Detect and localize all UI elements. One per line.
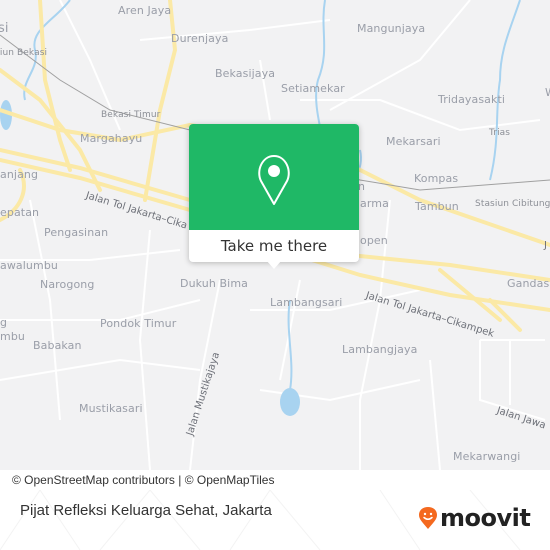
place-label: n [358,180,366,193]
place-label: Mangunjaya [357,22,426,35]
road-label: J [544,240,547,251]
popup-header [189,124,359,230]
moovit-pin-icon [419,507,437,529]
place-label: mbu [0,330,25,343]
location-popup: Take me there [189,124,359,269]
place-label: g [0,316,8,329]
place-label: Pengasinan [44,226,109,239]
place-label: Mekarsari [386,135,441,148]
place-label: arma [360,197,389,210]
place-title: Pijat Refleksi Keluarga Sehat, Jakarta [20,502,272,519]
place-label: Aren Jaya [118,4,172,17]
place-label: Tridayasakti [438,93,506,106]
place-label: Bekasijaya [215,67,276,80]
moovit-wordmark: moovit [440,504,531,532]
place-label: Tambun [415,200,459,213]
place-label: W [545,86,550,99]
popup-pointer [266,260,282,269]
place-label: open [360,234,388,247]
place-label: Pondok Timur [100,317,177,330]
place-label: Babakan [33,339,82,352]
place-label: Stasiun Bekasi [0,48,48,58]
place-label: Stasiun Cibitung [475,199,550,209]
place-label: Bekasi Timur [101,110,161,120]
place-label: Mustikasari [79,402,143,415]
place-label: Kompas [414,172,459,185]
place-label: Setiamekar [281,82,345,95]
moovit-logo[interactable]: moovit [418,504,531,532]
place-label: Dukuh Bima [180,277,248,290]
place-label: awalumbu [0,259,58,272]
place-label: Gandasa [507,277,550,290]
map-view[interactable]: Aren Jaya Durenjaya Bekasijaya Setiameka… [0,0,550,470]
place-label: si [0,21,9,36]
take-me-there-button[interactable]: Take me there [189,230,359,262]
place-label: Trias [489,128,511,138]
place-label: epatan [0,206,40,219]
place-label: anjang [0,168,39,181]
place-label: Narogong [40,278,95,291]
place-label: Margahayu [80,132,143,145]
place-label: Mekarwangi [453,450,521,463]
map-attribution[interactable]: © OpenStreetMap contributors | © OpenMap… [0,470,330,490]
lake [280,388,300,416]
map-pin-icon [258,155,290,205]
place-label: Lambangjaya [342,343,418,356]
place-label: Lambangsari [270,296,343,309]
place-label: Durenjaya [171,32,229,45]
